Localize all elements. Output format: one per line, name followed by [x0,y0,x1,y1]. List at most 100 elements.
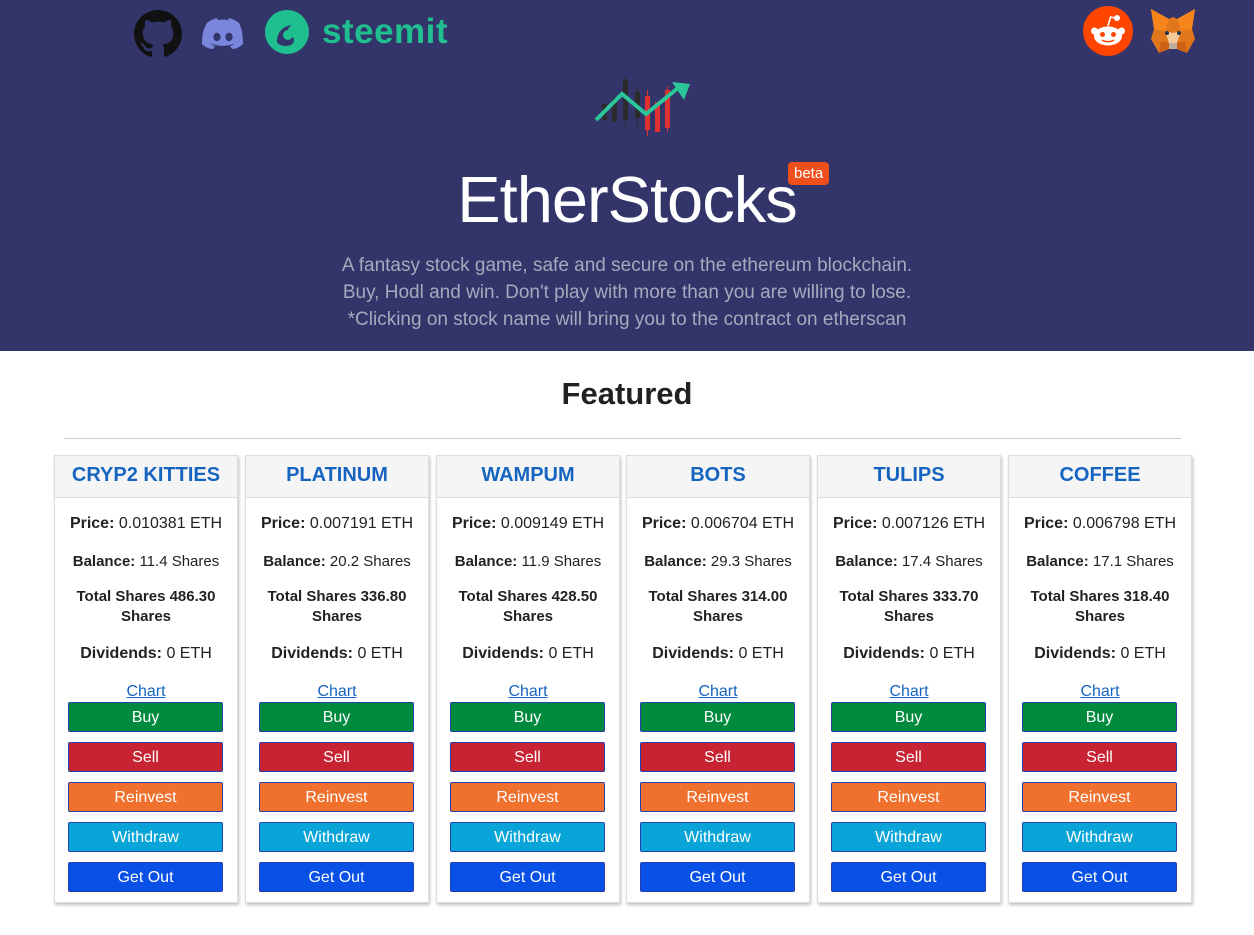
price-value: 0.006704 ETH [690,515,795,532]
buy-button[interactable]: Buy [640,702,795,732]
dividends-value: 0 ETH [929,645,975,662]
balance-value: 20.2 Shares [329,553,411,570]
chart-link[interactable]: Chart [437,683,619,701]
reinvest-button[interactable]: Reinvest [259,782,414,812]
discord-icon[interactable] [199,10,247,58]
stock-card-header: COFFEE [1009,456,1191,498]
sell-button[interactable]: Sell [831,742,986,772]
balance-value: 11.9 Shares [521,553,602,570]
balance-value: 11.4 Shares [139,553,220,570]
get-out-button[interactable]: Get Out [450,862,605,892]
chart-link[interactable]: Chart [627,683,809,701]
reddit-icon[interactable] [1083,6,1133,56]
stock-name-link[interactable]: PLATINUM [286,464,388,486]
buy-button[interactable]: Buy [259,702,414,732]
price-label: Price: [1023,515,1069,532]
stock-total-shares: Total Shares 314.00 Shares [627,587,809,627]
balance-value: 29.3 Shares [710,553,792,570]
buy-button[interactable]: Buy [831,702,986,732]
stock-dividends: Dividends: 0 ETH [627,645,809,663]
get-out-button[interactable]: Get Out [831,862,986,892]
stock-balance: Balance: 17.1 Shares [1009,553,1191,570]
total-label: Total Shares [648,588,738,605]
github-icon[interactable] [134,10,182,58]
stock-card-header: CRYP2 KITTIES [55,456,237,498]
balance-label: Balance: [644,553,707,570]
chart-link[interactable]: Chart [818,683,1000,701]
sell-button[interactable]: Sell [1022,742,1177,772]
dividends-label: Dividends: [843,645,925,662]
balance-value: 17.4 Shares [901,553,983,570]
withdraw-button[interactable]: Withdraw [640,822,795,852]
get-out-button[interactable]: Get Out [1022,862,1177,892]
tagline-line-2: Buy, Hodl and win. Don't play with more … [342,282,912,303]
buy-button[interactable]: Buy [68,702,223,732]
stock-card: CRYP2 KITTIES Price: 0.010381 ETH Balanc… [54,455,238,903]
dividends-value: 0 ETH [738,645,784,662]
withdraw-button[interactable]: Withdraw [259,822,414,852]
total-label: Total Shares [267,588,357,605]
price-label: Price: [451,515,497,532]
stock-dividends: Dividends: 0 ETH [1009,645,1191,663]
stock-name-link[interactable]: TULIPS [873,464,944,486]
price-label: Price: [641,515,687,532]
site-title: EtherStocks [457,163,797,236]
dividends-value: 0 ETH [548,645,594,662]
price-label: Price: [260,515,306,532]
withdraw-button[interactable]: Withdraw [450,822,605,852]
chart-link[interactable]: Chart [246,683,428,701]
get-out-button[interactable]: Get Out [68,862,223,892]
chart-link[interactable]: Chart [1009,683,1191,701]
stock-dividends: Dividends: 0 ETH [818,645,1000,663]
buy-button[interactable]: Buy [450,702,605,732]
dividends-label: Dividends: [1034,645,1116,662]
reinvest-button[interactable]: Reinvest [68,782,223,812]
withdraw-button[interactable]: Withdraw [1022,822,1177,852]
get-out-button[interactable]: Get Out [640,862,795,892]
reinvest-button[interactable]: Reinvest [831,782,986,812]
chart-link[interactable]: Chart [55,683,237,701]
stock-name-link[interactable]: COFFEE [1059,464,1140,486]
stock-name-link[interactable]: WAMPUM [481,464,574,486]
stock-price: Price: 0.007191 ETH [246,515,428,533]
stock-price: Price: 0.009149 ETH [437,515,619,533]
stock-price: Price: 0.007126 ETH [818,515,1000,533]
reinvest-button[interactable]: Reinvest [640,782,795,812]
stock-balance: Balance: 17.4 Shares [818,553,1000,570]
stock-name-link[interactable]: BOTS [690,464,746,486]
sell-button[interactable]: Sell [450,742,605,772]
stock-dividends: Dividends: 0 ETH [55,645,237,663]
steemit-label[interactable]: steemit [322,12,448,52]
withdraw-button[interactable]: Withdraw [68,822,223,852]
balance-label: Balance: [454,553,518,570]
total-label: Total Shares [839,588,929,605]
price-value: 0.010381 ETH [118,515,223,532]
stock-price: Price: 0.006704 ETH [627,515,809,533]
stock-card-header: BOTS [627,456,809,498]
balance-label: Balance: [72,553,136,570]
get-out-button[interactable]: Get Out [259,862,414,892]
hero-header: steemit EtherStocks beta A fantasy stock… [0,0,1254,351]
section-title: Featured [561,376,693,411]
stock-balance: Balance: 11.9 Shares [437,553,619,570]
price-label: Price: [832,515,878,532]
stock-card: TULIPS Price: 0.007126 ETH Balance: 17.4… [817,455,1001,903]
sell-button[interactable]: Sell [640,742,795,772]
reinvest-button[interactable]: Reinvest [450,782,605,812]
buy-button[interactable]: Buy [1022,702,1177,732]
price-value: 0.007126 ETH [881,515,986,532]
sell-button[interactable]: Sell [259,742,414,772]
withdraw-button[interactable]: Withdraw [831,822,986,852]
stock-card-header: PLATINUM [246,456,428,498]
reinvest-button[interactable]: Reinvest [1022,782,1177,812]
stock-balance: Balance: 11.4 Shares [55,553,237,570]
dividends-value: 0 ETH [357,645,403,662]
stock-name-link[interactable]: CRYP2 KITTIES [72,464,220,486]
sell-button[interactable]: Sell [68,742,223,772]
stock-total-shares: Total Shares 486.30 Shares [55,587,237,627]
stock-total-shares: Total Shares 336.80 Shares [246,587,428,627]
stock-card: COFFEE Price: 0.006798 ETH Balance: 17.1… [1008,455,1192,903]
metamask-icon[interactable] [1147,5,1199,57]
steemit-icon[interactable] [264,9,310,55]
price-label: Price: [69,515,115,532]
